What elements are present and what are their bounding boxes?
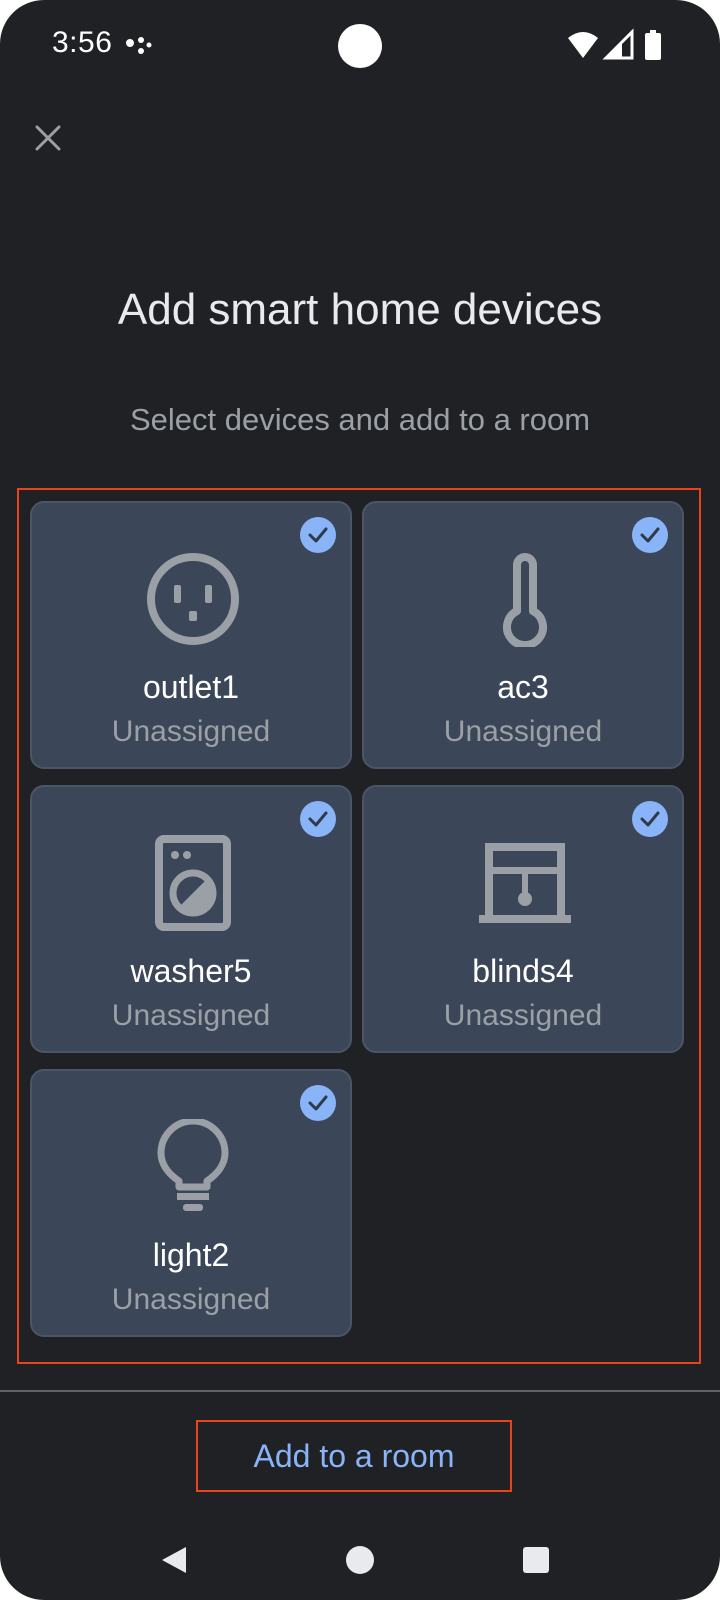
device-name: blinds4 <box>472 953 574 989</box>
device-grid: outlet1 Unassigned ac3 Unassigned washer… <box>17 488 701 1364</box>
selected-check-badge[interactable] <box>300 1085 336 1121</box>
add-to-room-button[interactable]: Add to a room <box>196 1420 512 1492</box>
signal-icon <box>602 28 634 60</box>
device-name: ac3 <box>497 669 549 705</box>
selected-check-badge[interactable] <box>632 517 668 553</box>
assistant-dots-icon <box>126 37 152 54</box>
checkmark-icon <box>640 811 660 827</box>
nav-recents-button[interactable] <box>512 1536 560 1584</box>
footer-divider <box>0 1390 720 1392</box>
status-bar: 3:56 <box>0 0 720 96</box>
device-card-outlet1[interactable]: outlet1 Unassigned <box>30 501 352 769</box>
outlet-icon <box>143 549 243 649</box>
nav-home-button[interactable] <box>336 1536 384 1584</box>
phone-screen: 3:56 Add smart home devices Select devic… <box>0 0 720 1600</box>
status-time: 3:56 <box>52 26 113 59</box>
wifi-icon <box>568 32 598 58</box>
nav-back-button[interactable] <box>150 1536 198 1584</box>
device-name: washer5 <box>130 953 252 989</box>
selected-check-badge[interactable] <box>300 517 336 553</box>
checkmark-icon <box>308 811 328 827</box>
navigation-bar <box>0 1520 720 1600</box>
battery-icon <box>645 30 661 60</box>
recents-square-icon <box>523 1547 549 1573</box>
device-card-blinds4[interactable]: blinds4 Unassigned <box>362 785 684 1053</box>
selected-check-badge[interactable] <box>300 801 336 837</box>
status-icons <box>568 28 661 60</box>
back-triangle-icon <box>162 1547 186 1573</box>
device-card-washer5[interactable]: washer5 Unassigned <box>30 785 352 1053</box>
close-button[interactable] <box>26 116 70 160</box>
device-name: outlet1 <box>142 669 240 705</box>
washer-icon <box>143 833 243 933</box>
device-room: Unassigned <box>111 999 271 1032</box>
checkmark-icon <box>308 527 328 543</box>
home-circle-icon <box>346 1546 374 1574</box>
device-room: Unassigned <box>443 715 603 748</box>
thermometer-icon <box>475 549 575 649</box>
selected-check-badge[interactable] <box>632 801 668 837</box>
page-subtitle: Select devices and add to a room <box>129 402 591 437</box>
device-name: light2 <box>152 1237 230 1273</box>
device-card-ac3[interactable]: ac3 Unassigned <box>362 501 684 769</box>
close-icon <box>35 125 61 151</box>
page-title: Add smart home devices <box>117 285 603 334</box>
device-room: Unassigned <box>111 1283 271 1316</box>
blinds-icon <box>475 833 575 933</box>
checkmark-icon <box>640 527 660 543</box>
camera-cutout <box>338 24 382 68</box>
checkmark-icon <box>308 1095 328 1111</box>
device-room: Unassigned <box>111 715 271 748</box>
device-card-light2[interactable]: light2 Unassigned <box>30 1069 352 1337</box>
lightbulb-icon <box>143 1117 243 1217</box>
device-room: Unassigned <box>443 999 603 1032</box>
